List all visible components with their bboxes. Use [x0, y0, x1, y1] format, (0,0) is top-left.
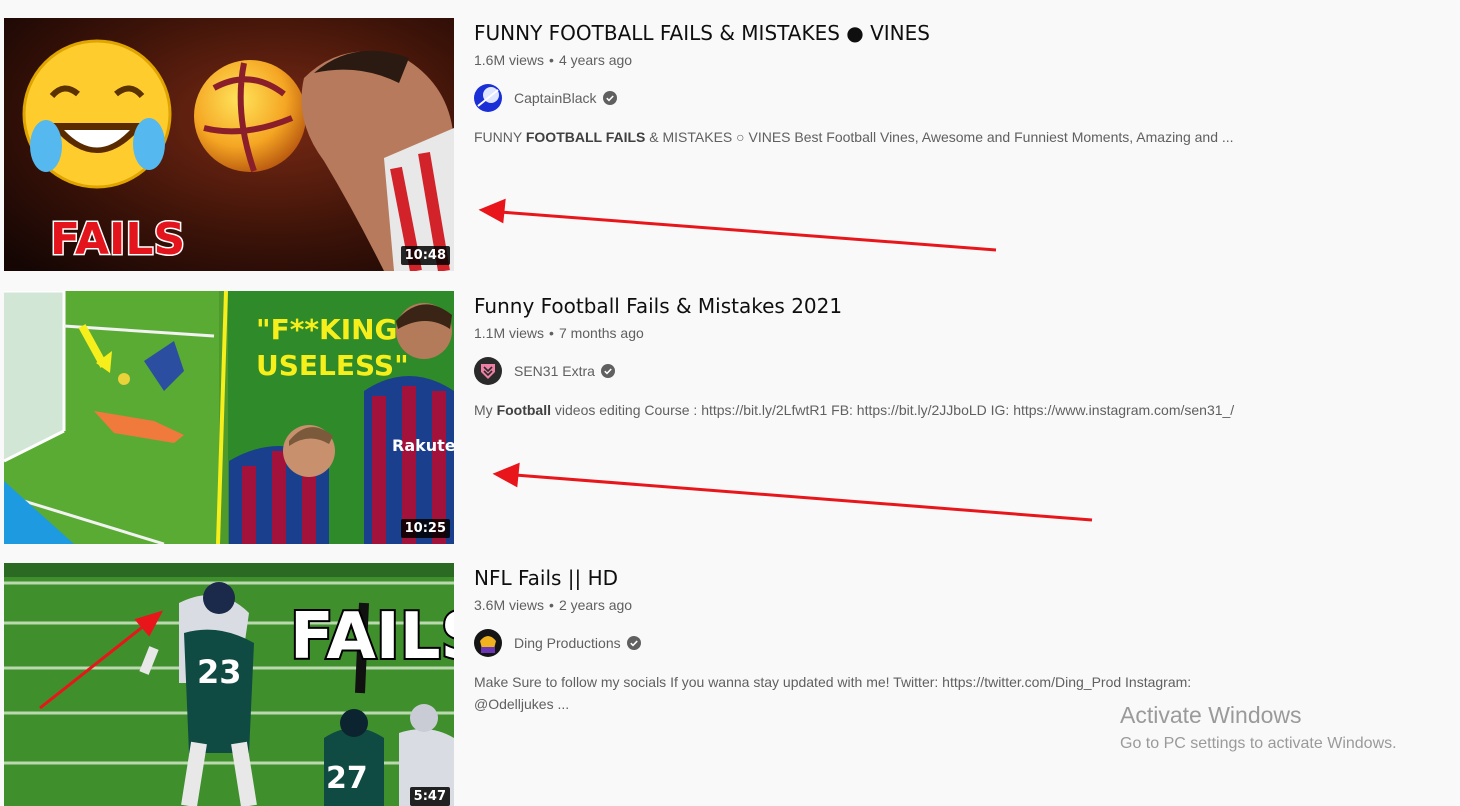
video-title[interactable]: FUNNY FOOTBALL FAILS & MISTAKES ● VINES [474, 19, 1374, 47]
video-duration: 10:48 [400, 246, 450, 265]
channel-avatar[interactable] [474, 357, 502, 385]
video-result: "F**KING USELESS" Rakuten 10:25 Funny Fo… [0, 291, 1460, 545]
video-meta: 1.1M views • 7 months ago [474, 325, 1374, 341]
channel-avatar[interactable] [474, 629, 502, 657]
video-description: FUNNY FOOTBALL FAILS & MISTAKES ○ VINES … [474, 129, 1234, 145]
svg-text:Rakuten: Rakuten [392, 436, 454, 455]
thumbnail-image: FAILS [4, 18, 454, 271]
video-duration: 10:25 [400, 519, 450, 538]
video-thumbnail[interactable]: FAILS 10:48 [4, 18, 454, 271]
channel-name[interactable]: CaptainBlack [514, 90, 597, 106]
thumbnail-image: 23 27 FAILS [4, 563, 454, 806]
video-result: 23 27 FAILS 5:47 NFL Fails || HD 3.6M vi… [0, 563, 1460, 806]
upload-age: 7 months ago [558, 325, 644, 341]
channel-row: Ding Productions [474, 628, 1374, 658]
verified-badge-icon [626, 636, 641, 650]
verified-badge-icon [602, 91, 617, 105]
verified-badge-icon [600, 364, 615, 378]
video-thumbnail[interactable]: 23 27 FAILS 5:47 [4, 563, 454, 806]
activate-windows-watermark: Activate Windows Go to PC settings to ac… [1120, 702, 1397, 753]
video-duration: 5:47 [409, 787, 450, 806]
view-count: 1.1M views [474, 325, 545, 341]
meta-separator: • [549, 325, 554, 341]
video-meta: 1.6M views • 4 years ago [474, 52, 1374, 68]
video-result: FAILS 10:48 FUNNY FOOTBALL FAILS & MISTA… [0, 18, 1460, 272]
svg-text:23: 23 [197, 653, 242, 691]
svg-text:27: 27 [326, 761, 368, 796]
channel-row: CaptainBlack [474, 83, 1374, 113]
upload-age: 2 years ago [558, 597, 633, 613]
watermark-subtitle: Go to PC settings to activate Windows. [1120, 735, 1397, 752]
channel-avatar[interactable] [474, 84, 502, 112]
thumbnail-text: USELESS" [256, 349, 409, 382]
channel-name[interactable]: SEN31 Extra [514, 363, 595, 379]
view-count: 3.6M views [474, 597, 545, 613]
video-meta: 3.6M views • 2 years ago [474, 597, 1374, 613]
meta-separator: • [549, 52, 554, 68]
view-count: 1.6M views [474, 52, 545, 68]
video-description: My Football videos editing Course : http… [474, 402, 1235, 418]
thumbnail-image: "F**KING USELESS" Rakuten [4, 291, 454, 544]
video-thumbnail[interactable]: "F**KING USELESS" Rakuten 10:25 [4, 291, 454, 544]
description-line: Make Sure to follow my socials If you wa… [474, 674, 1192, 690]
thumbnail-text: "F**KING [256, 313, 398, 346]
upload-age: 4 years ago [558, 52, 633, 68]
channel-name[interactable]: Ding Productions [514, 635, 621, 651]
channel-row: SEN31 Extra [474, 356, 1374, 386]
thumbnail-text: FAILS [50, 214, 185, 265]
watermark-title: Activate Windows [1120, 702, 1302, 728]
meta-separator: • [549, 597, 554, 613]
video-title[interactable]: Funny Football Fails & Mistakes 2021 [474, 292, 1374, 320]
thumbnail-text: FAILS [290, 600, 454, 674]
video-title[interactable]: NFL Fails || HD [474, 564, 1374, 592]
